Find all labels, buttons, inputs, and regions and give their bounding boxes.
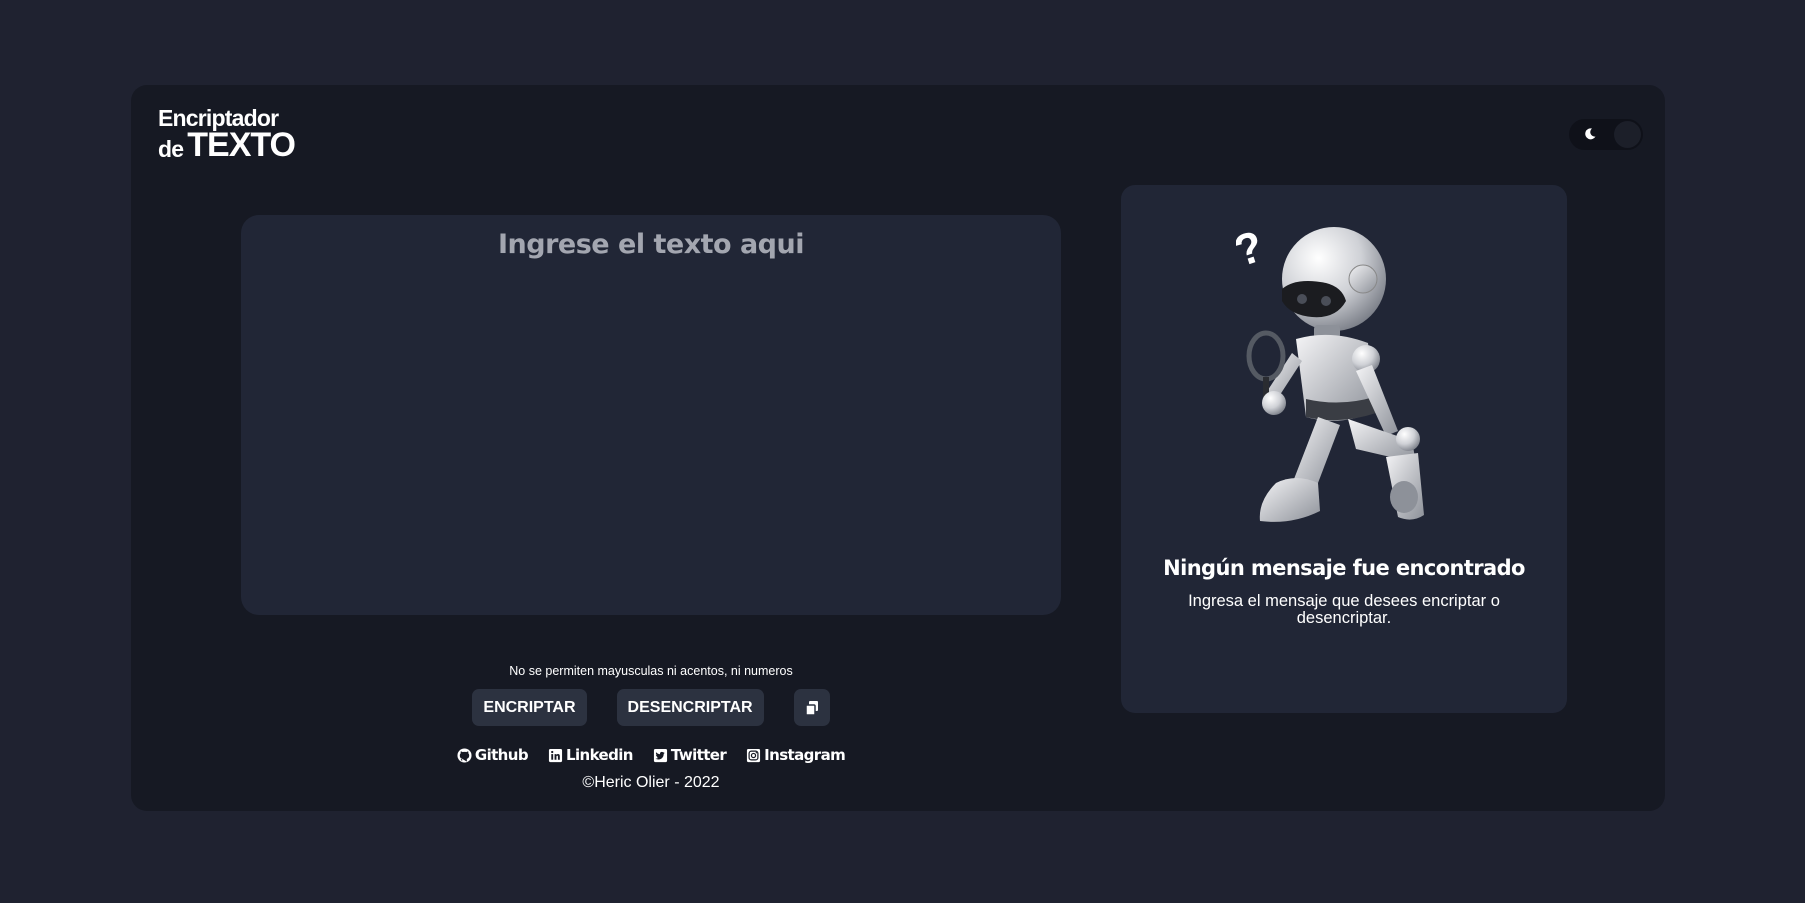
- logo-de: de: [158, 135, 184, 162]
- copy-button[interactable]: [793, 689, 830, 726]
- linkedin-label: Linkedin: [565, 746, 633, 764]
- copy-icon: [804, 700, 818, 716]
- github-link[interactable]: Github: [457, 746, 529, 764]
- svg-text:?: ?: [1236, 222, 1269, 277]
- action-buttons: ENCRIPTAR DESENCRIPTAR: [241, 689, 1061, 726]
- output-subtitle: Ingresa el mensaje que desees encriptar …: [1188, 592, 1500, 628]
- twitter-link[interactable]: Twitter: [653, 746, 727, 764]
- input-warning: No se permiten mayusculas ni acentos, ni…: [509, 664, 793, 678]
- decrypt-button[interactable]: DESENCRIPTAR: [616, 689, 764, 726]
- toggle-knob: [1614, 121, 1641, 148]
- instagram-link[interactable]: Instagram: [746, 746, 846, 764]
- instagram-label: Instagram: [764, 746, 846, 764]
- copyright: ©Heric Olier - 2022: [582, 774, 720, 791]
- logo: Encriptador de TEXTO: [158, 107, 296, 164]
- theme-toggle[interactable]: [1569, 119, 1643, 150]
- encrypt-button[interactable]: ENCRIPTAR: [472, 689, 587, 726]
- logo-texto: TEXTO: [187, 126, 296, 164]
- robot-illustration: ?: [1236, 222, 1424, 522]
- logo-line2: de TEXTO: [158, 126, 296, 164]
- text-input-area[interactable]: Ingrese el texto aqui: [241, 215, 1061, 615]
- linkedin-icon: [548, 748, 563, 762]
- app-card: Encriptador de TEXTO Ingrese el texto aq…: [131, 85, 1665, 811]
- twitter-icon: [653, 748, 667, 762]
- github-icon: [457, 747, 472, 763]
- output-panel: ? Ningún mensaje fue encontrado Ingresa …: [1121, 185, 1567, 713]
- instagram-icon: [747, 748, 761, 762]
- linkedin-link[interactable]: Linkedin: [548, 746, 633, 764]
- twitter-label: Twitter: [670, 746, 727, 764]
- input-placeholder: Ingrese el texto aqui: [498, 229, 805, 260]
- github-label: Github: [474, 746, 529, 764]
- social-links: Github Linkedin Twitter Instagram: [241, 746, 1061, 764]
- moon-icon: [1585, 128, 1596, 140]
- output-title: Ningún mensaje fue encontrado: [1163, 556, 1525, 580]
